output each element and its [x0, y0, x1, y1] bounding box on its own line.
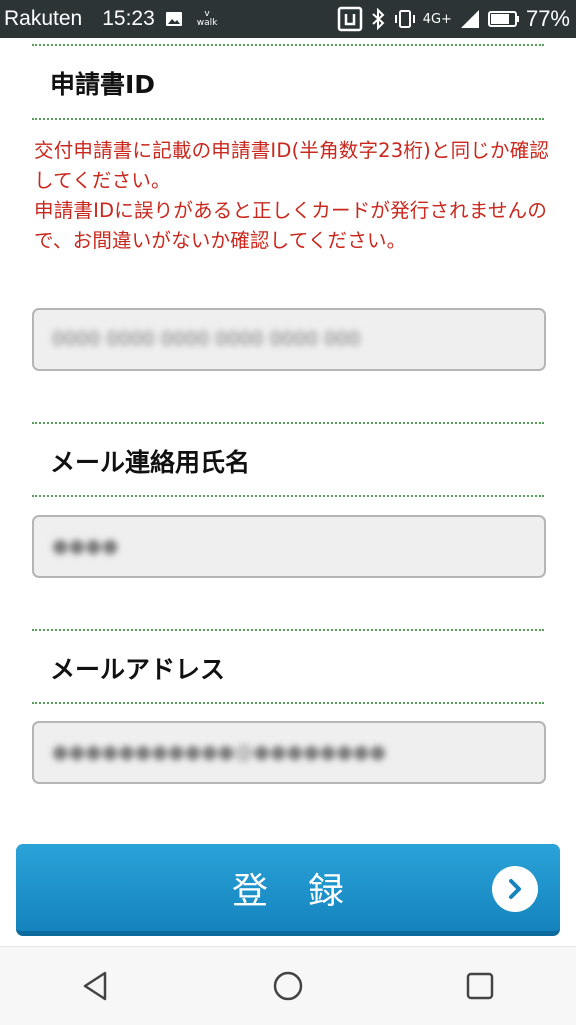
notice-line: 交付申請書に記載の申請書ID(半角数字23桁)と同じか確認してください。 [34, 139, 550, 192]
network-label: 4G+ [422, 11, 452, 27]
home-button[interactable] [248, 956, 328, 1016]
application-id-notice: 交付申請書に記載の申請書ID(半角数字23桁)と同じか確認してください。 申請書… [34, 136, 550, 256]
register-button[interactable]: 登録 [16, 844, 560, 936]
mail-name-value: ●●●● [52, 535, 119, 557]
chevron-right-icon [492, 866, 538, 912]
divider [32, 495, 544, 497]
signal-icon [460, 9, 480, 29]
back-icon [83, 971, 107, 1001]
register-button-label: 登録 [231, 870, 384, 912]
divider [32, 118, 544, 120]
mail-name-heading: メール連絡用氏名 [50, 448, 251, 477]
application-id-heading: 申請書ID [50, 70, 156, 99]
recents-icon [466, 972, 494, 1000]
notice-line: 申請書IDに誤りがあると正しくカードが発行されませんので、お間違いがないか確認し… [34, 199, 548, 252]
mail-address-value: ●●●●●●●●●●●@●●●●●●●● [52, 741, 386, 763]
divider [32, 422, 544, 424]
divider [32, 702, 544, 704]
back-button[interactable] [56, 956, 136, 1016]
battery-percent: 77% [525, 6, 570, 31]
recents-button[interactable] [440, 956, 520, 1016]
registration-form: 申請書ID 交付申請書に記載の申請書ID(半角数字23桁)と同じか確認してくださ… [0, 38, 576, 946]
bluetooth-icon [371, 8, 385, 30]
carrier-label: Rakuten [4, 7, 83, 30]
divider [32, 44, 544, 46]
vibrate-icon [393, 9, 417, 29]
clock: 15:23 [102, 7, 155, 30]
mail-address-heading: メールアドレス [50, 655, 226, 684]
navigation-bar [0, 946, 576, 1025]
image-icon [165, 10, 183, 28]
battery-icon [487, 10, 520, 28]
walk-icon: v walk [196, 9, 218, 28]
mail-address-field[interactable]: ●●●●●●●●●●●@●●●●●●●● [32, 721, 546, 784]
status-bar: Rakuten 15:23 v walk 4G+ 77% [0, 0, 576, 38]
mail-name-field[interactable]: ●●●● [32, 515, 546, 578]
application-id-value: 0000 0000 0000 0000 0000 000 [52, 328, 361, 350]
application-id-field[interactable]: 0000 0000 0000 0000 0000 000 [32, 308, 546, 371]
nfc-icon [337, 6, 363, 32]
home-icon [273, 971, 303, 1001]
divider [32, 629, 544, 631]
